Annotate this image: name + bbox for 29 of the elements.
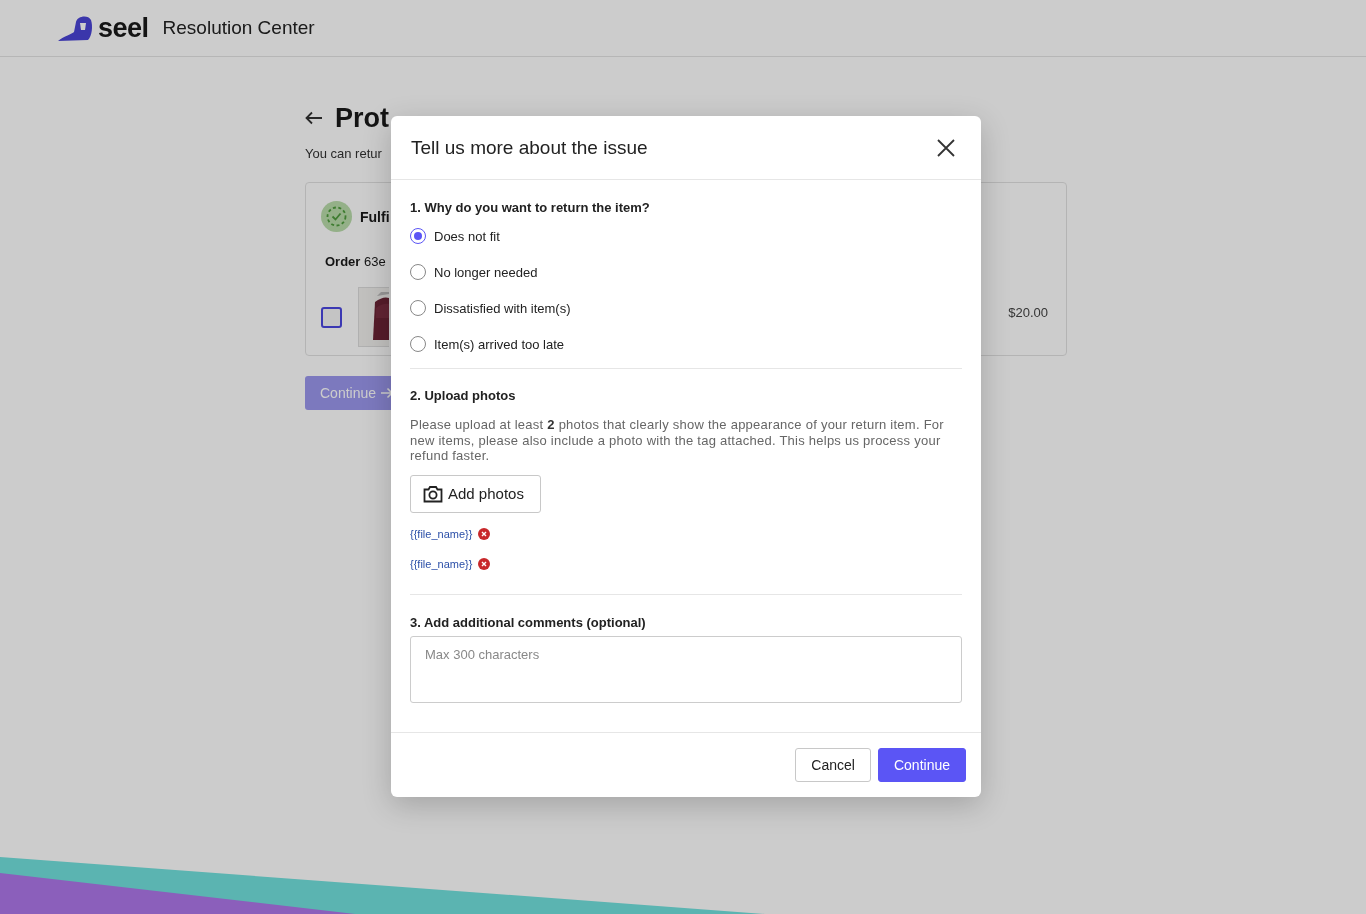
page-header-title: Resolution Center — [162, 17, 315, 39]
option-label: Does not fit — [434, 228, 500, 244]
file-name: {{file_name}} — [410, 557, 473, 570]
remove-file-icon[interactable] — [478, 557, 491, 570]
option-label: Dissatisfied with item(s) — [434, 300, 571, 316]
page-title: Prot — [335, 102, 389, 135]
upload-instructions: Please upload at least 2 photos that clearly show the appearance of your return item. For new items, please also include a photo with the tag attached. This helps us process your refund faster. — [410, 417, 945, 464]
cancel-button[interactable]: Cancel — [795, 748, 871, 782]
camera-icon — [423, 484, 443, 503]
back-arrow-icon[interactable] — [305, 111, 323, 125]
order-number: Order 63e — [325, 254, 386, 269]
brand-name: seel — [98, 12, 149, 44]
file-name: {{file_name}} — [410, 527, 473, 540]
add-photos-button[interactable]: Add photos — [410, 474, 541, 513]
dialog-title: Tell us more about the issue — [411, 136, 648, 159]
option-label: Item(s) arrived too late — [434, 336, 565, 352]
question-label: 3. Add additional comments (optional) — [410, 614, 647, 630]
item-price: $20.00 — [1008, 305, 1048, 320]
item-checkbox[interactable] — [321, 306, 342, 328]
page-subtitle: You can retur — [305, 146, 382, 161]
comments-field[interactable]: Max 300 characters — [410, 635, 962, 703]
fulfillment-status: Fulfi — [360, 208, 390, 225]
fulfilled-check-icon — [321, 201, 352, 232]
continue-button[interactable]: Continue — [877, 748, 966, 782]
seel-logo-icon — [58, 14, 94, 42]
question-label: 1. Why do you want to return the item? — [410, 200, 651, 215]
close-icon[interactable] — [937, 138, 955, 157]
remove-file-icon[interactable] — [478, 527, 491, 540]
option-label: No longer needed — [434, 264, 538, 280]
